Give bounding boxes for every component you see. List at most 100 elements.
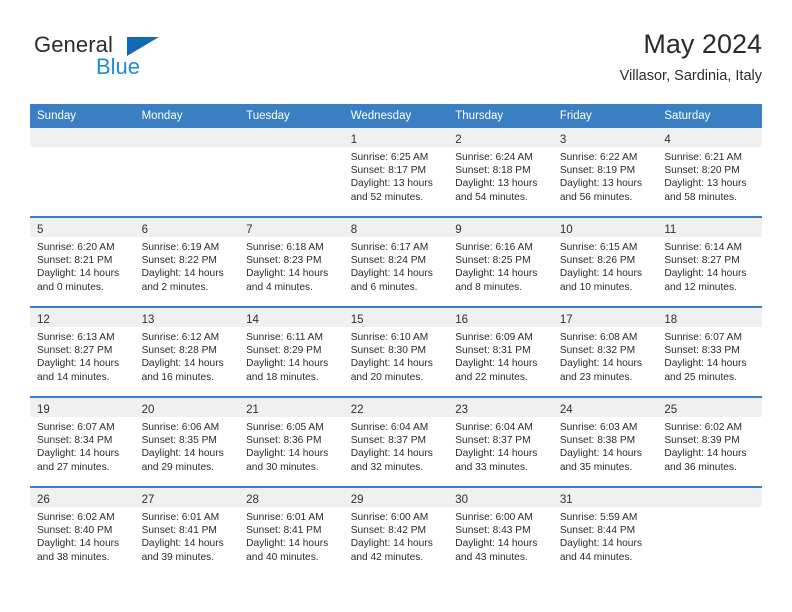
- daylight-duration-line-1: Daylight: 14 hours: [141, 538, 224, 550]
- day-number: 13: [141, 314, 155, 326]
- calendar-day-cell[interactable]: 22 Sunrise: 6:04 AM Sunset: 8:37 PM Dayligh…: [343, 396, 449, 487]
- day-number: 28: [246, 494, 259, 506]
- calendar-day-cell[interactable]: 9 Sunrise: 6:16 AM Sunset: 8:25 PM Daylight…: [448, 216, 553, 307]
- calendar-cell-inner: 11 Sunrise: 6:14 AM Sunset: 8:27 PM Dayligh…: [657, 218, 762, 306]
- calendar-day-cell[interactable]: 30 Sunrise: 6:00 AM Sunset: 8:43 PM Dayligh…: [448, 486, 553, 576]
- calendar-day-cell[interactable]: 28 Sunrise: 6:01 AM Sunset: 8:41 PM Dayligh…: [239, 486, 344, 576]
- calendar-cell-inner: 13 Sunrise: 6:12 AM Sunset: 8:28 PM Dayligh…: [134, 308, 240, 396]
- daylight-duration-line-1: Daylight: 14 hours: [37, 268, 120, 280]
- calendar-day-cell[interactable]: 24 Sunrise: 6:03 AM Sunset: 8:38 PM Dayligh…: [552, 396, 658, 487]
- sunrise-time: Sunrise: 6:15 AM: [559, 242, 638, 253]
- day-details: Sunrise: 6:09 AM Sunset: 8:31 PM Daylight:…: [448, 327, 553, 384]
- sunset-time: Sunset: 8:26 PM: [559, 255, 636, 267]
- day-details: [657, 507, 762, 511]
- day-number: 7: [246, 224, 253, 236]
- calendar-cell-inner: 8 Sunrise: 6:17 AM Sunset: 8:24 PM Daylight…: [343, 218, 449, 306]
- calendar-day-cell[interactable]: 31 Sunrise: 5:59 AM Sunset: 8:44 PM Dayligh…: [552, 486, 658, 576]
- day-number: 26: [37, 494, 50, 506]
- day-number-band: 7: [239, 218, 344, 237]
- calendar-day-cell[interactable]: 16 Sunrise: 6:09 AM Sunset: 8:31 PM Dayligh…: [448, 306, 553, 397]
- calendar-cell-empty: [134, 128, 240, 217]
- calendar-day-cell[interactable]: 25 Sunrise: 6:02 AM Sunset: 8:39 PM Dayligh…: [657, 396, 762, 487]
- day-details: Sunrise: 6:16 AM Sunset: 8:25 PM Daylight:…: [448, 237, 553, 294]
- daylight-duration-line-2: and 56 minutes.: [559, 191, 633, 203]
- day-details: Sunrise: 6:04 AM Sunset: 8:37 PM Daylight:…: [344, 417, 449, 474]
- calendar-day-cell[interactable]: 19 Sunrise: 6:07 AM Sunset: 8:34 PM Dayligh…: [30, 396, 135, 487]
- day-number-band: [134, 128, 240, 147]
- day-number: 4: [664, 134, 671, 146]
- calendar-day-cell[interactable]: 8 Sunrise: 6:17 AM Sunset: 8:24 PM Daylight…: [343, 216, 449, 307]
- calendar-day-cell[interactable]: 29 Sunrise: 6:00 AM Sunset: 8:42 PM Dayligh…: [343, 486, 449, 576]
- sunrise-time: Sunrise: 6:02 AM: [37, 512, 115, 523]
- day-number-band: 19: [30, 398, 135, 417]
- sunrise-time: Sunrise: 6:08 AM: [559, 332, 638, 343]
- sunset-time: Sunset: 8:29 PM: [246, 345, 322, 357]
- day-number: 22: [350, 404, 364, 416]
- day-number: 1: [350, 134, 358, 146]
- day-number-band: 9: [448, 218, 553, 237]
- day-number-band: [657, 488, 762, 507]
- daylight-duration-line-1: Daylight: 13 hours: [350, 178, 433, 190]
- calendar-day-cell[interactable]: 26 Sunrise: 6:02 AM Sunset: 8:40 PM Dayligh…: [30, 486, 135, 576]
- sunrise-time: Sunrise: 6:16 AM: [455, 242, 533, 253]
- calendar-cell-inner: 3 Sunrise: 6:22 AM Sunset: 8:19 PM Daylight…: [552, 128, 658, 216]
- calendar-day-cell[interactable]: 14 Sunrise: 6:11 AM Sunset: 8:29 PM Dayligh…: [239, 306, 344, 397]
- calendar-day-cell[interactable]: 1 Sunrise: 6:25 AM Sunset: 8:17 PM Daylight…: [343, 128, 449, 217]
- calendar-day-cell[interactable]: 7 Sunrise: 6:18 AM Sunset: 8:23 PM Daylight…: [239, 216, 344, 307]
- calendar-day-cell[interactable]: 15 Sunrise: 6:10 AM Sunset: 8:30 PM Dayligh…: [343, 306, 449, 397]
- page-header: General Blue May 2024 Villasor, Sardinia…: [30, 28, 762, 90]
- day-number: 29: [350, 494, 364, 506]
- day-number-band: 24: [552, 398, 658, 417]
- sunset-time: Sunset: 8:40 PM: [37, 525, 113, 537]
- sunrise-time: Sunrise: 6:11 AM: [246, 332, 323, 343]
- calendar-cell-inner: 10 Sunrise: 6:15 AM Sunset: 8:26 PM Dayligh…: [552, 218, 658, 306]
- sunset-time: Sunset: 8:42 PM: [350, 525, 427, 537]
- daylight-duration-line-2: and 40 minutes.: [246, 551, 319, 563]
- general-blue-logo[interactable]: General Blue: [34, 32, 174, 88]
- calendar-grid: Sunday Monday Tuesday Wednesday Thursday…: [30, 104, 762, 576]
- daylight-duration-line-2: and 29 minutes.: [141, 461, 215, 473]
- day-details: Sunrise: 6:07 AM Sunset: 8:34 PM Daylight:…: [30, 417, 135, 474]
- calendar-day-cell[interactable]: 17 Sunrise: 6:08 AM Sunset: 8:32 PM Dayligh…: [552, 306, 658, 397]
- daylight-duration-line-1: Daylight: 14 hours: [141, 448, 224, 460]
- sunset-time: Sunset: 8:30 PM: [350, 345, 427, 357]
- daylight-duration-line-2: and 58 minutes.: [664, 191, 737, 203]
- daylight-duration-line-1: Daylight: 14 hours: [350, 538, 433, 550]
- daylight-duration-line-2: and 30 minutes.: [246, 461, 319, 473]
- calendar-day-cell[interactable]: 12 Sunrise: 6:13 AM Sunset: 8:27 PM Dayligh…: [30, 306, 135, 397]
- calendar-day-cell[interactable]: 2 Sunrise: 6:24 AM Sunset: 8:18 PM Daylight…: [448, 128, 553, 217]
- sunset-time: Sunset: 8:37 PM: [455, 435, 531, 447]
- calendar-day-cell[interactable]: 10 Sunrise: 6:15 AM Sunset: 8:26 PM Dayligh…: [552, 216, 658, 307]
- sunrise-time: Sunrise: 6:07 AM: [37, 422, 115, 433]
- sunset-time: Sunset: 8:38 PM: [559, 435, 636, 447]
- calendar-cell-inner: 7 Sunrise: 6:18 AM Sunset: 8:23 PM Daylight…: [239, 218, 344, 306]
- day-details: [30, 147, 135, 151]
- calendar-day-cell[interactable]: 6 Sunrise: 6:19 AM Sunset: 8:22 PM Daylight…: [134, 216, 240, 307]
- calendar-day-cell[interactable]: 11 Sunrise: 6:14 AM Sunset: 8:27 PM Dayligh…: [657, 216, 762, 307]
- sunset-time: Sunset: 8:27 PM: [664, 255, 740, 267]
- calendar-day-cell[interactable]: 4 Sunrise: 6:21 AM Sunset: 8:20 PM Daylight…: [657, 128, 762, 217]
- calendar-cell-inner: [239, 128, 344, 216]
- day-details: Sunrise: 6:25 AM Sunset: 8:17 PM Daylight:…: [344, 147, 449, 204]
- calendar-header-row: Sunday Monday Tuesday Wednesday Thursday…: [30, 104, 762, 128]
- day-number: 14: [246, 314, 259, 326]
- day-details: Sunrise: 6:07 AM Sunset: 8:33 PM Daylight:…: [657, 327, 762, 384]
- calendar-day-cell[interactable]: 21 Sunrise: 6:05 AM Sunset: 8:36 PM Dayligh…: [239, 396, 344, 487]
- daylight-duration-line-2: and 23 minutes.: [559, 371, 633, 383]
- calendar-day-cell[interactable]: 3 Sunrise: 6:22 AM Sunset: 8:19 PM Daylight…: [552, 128, 658, 217]
- daylight-duration-line-1: Daylight: 14 hours: [37, 538, 120, 550]
- day-number-band: 27: [134, 488, 240, 507]
- calendar-day-cell[interactable]: 23 Sunrise: 6:04 AM Sunset: 8:37 PM Dayligh…: [448, 396, 553, 487]
- daylight-duration-line-2: and 2 minutes.: [141, 281, 209, 293]
- calendar-day-cell[interactable]: 13 Sunrise: 6:12 AM Sunset: 8:28 PM Dayligh…: [134, 306, 240, 397]
- daylight-duration-line-2: and 38 minutes.: [37, 551, 110, 563]
- daylight-duration-line-1: Daylight: 14 hours: [350, 268, 433, 280]
- daylight-duration-line-1: Daylight: 13 hours: [559, 178, 642, 190]
- daylight-duration-line-2: and 16 minutes.: [141, 371, 215, 383]
- calendar-day-cell[interactable]: 18 Sunrise: 6:07 AM Sunset: 8:33 PM Dayligh…: [657, 306, 762, 397]
- calendar-day-cell[interactable]: 20 Sunrise: 6:06 AM Sunset: 8:35 PM Dayligh…: [134, 396, 240, 487]
- calendar-day-cell[interactable]: 27 Sunrise: 6:01 AM Sunset: 8:41 PM Dayligh…: [134, 486, 240, 576]
- day-details: Sunrise: 6:03 AM Sunset: 8:38 PM Daylight:…: [553, 417, 658, 474]
- calendar-day-cell[interactable]: 5 Sunrise: 6:20 AM Sunset: 8:21 PM Daylight…: [30, 216, 135, 307]
- calendar-cell-inner: 17 Sunrise: 6:08 AM Sunset: 8:32 PM Dayligh…: [552, 308, 658, 396]
